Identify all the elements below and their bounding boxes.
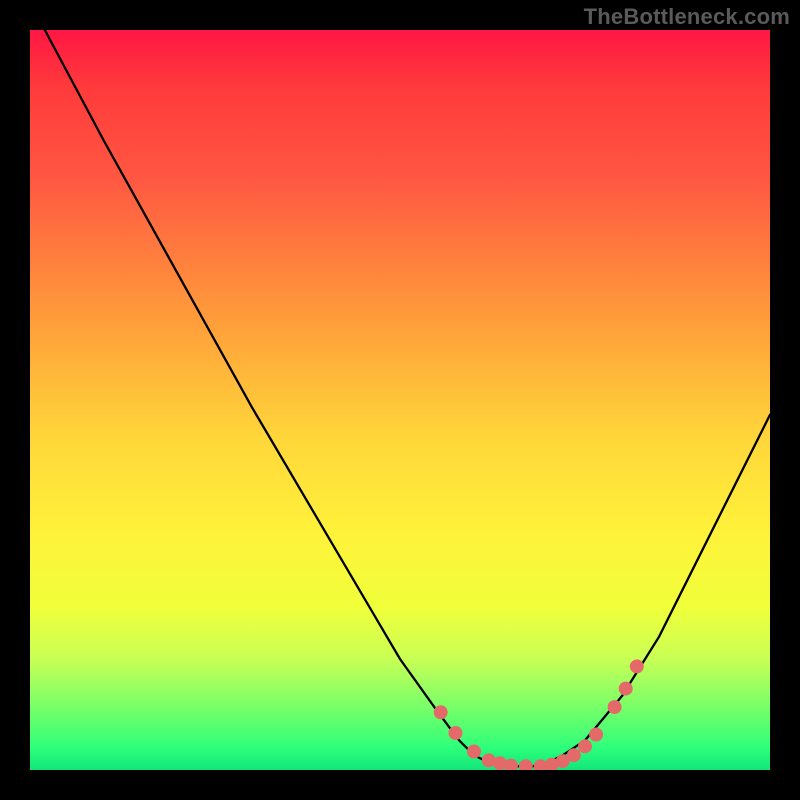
- watermark-label: TheBottleneck.com: [584, 4, 790, 30]
- sample-point: [519, 759, 533, 770]
- sample-point: [578, 739, 592, 753]
- plot-area: [30, 30, 770, 770]
- sample-point: [630, 659, 644, 673]
- sample-point: [434, 705, 448, 719]
- sample-point: [608, 700, 622, 714]
- sample-point: [567, 748, 581, 762]
- curve-svg: [30, 30, 770, 770]
- chart-container: TheBottleneck.com: [0, 0, 800, 800]
- sample-points: [434, 659, 644, 770]
- sample-point: [589, 728, 603, 742]
- bottleneck-curve: [45, 30, 770, 766]
- sample-point: [449, 726, 463, 740]
- sample-point: [467, 745, 481, 759]
- sample-point: [619, 682, 633, 696]
